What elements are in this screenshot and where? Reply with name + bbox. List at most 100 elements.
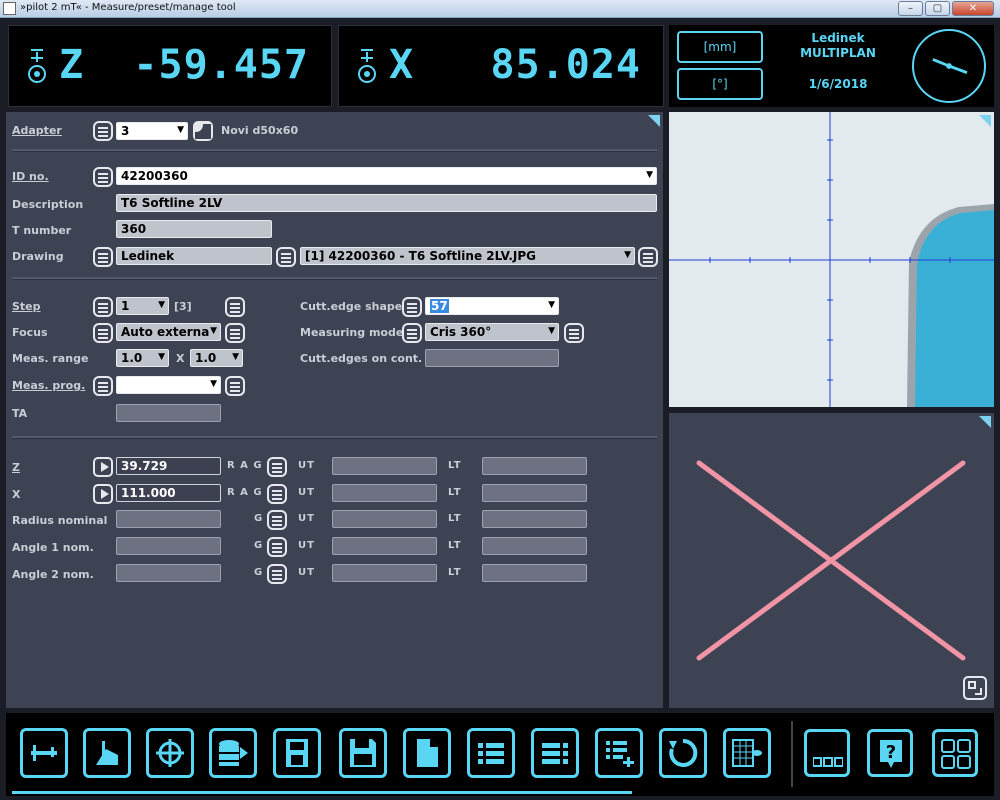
list-button[interactable]: [467, 728, 515, 778]
crosshair-button[interactable]: [146, 728, 194, 778]
id-no-select[interactable]: 42200360 ▼: [116, 167, 657, 185]
x-play-button[interactable]: [93, 484, 113, 504]
brand: Ledinek MULTIPLAN: [774, 31, 902, 61]
t-number-field[interactable]: 360: [116, 220, 272, 238]
angle1-field[interactable]: [116, 537, 221, 555]
radius-ut-field[interactable]: [332, 510, 437, 528]
meas-prog-menu-button[interactable]: [225, 376, 245, 396]
radius-menu-button[interactable]: [267, 510, 287, 530]
new-document-button[interactable]: [403, 728, 451, 778]
z-lt-field[interactable]: [482, 457, 587, 475]
drawing-file-menu-button[interactable]: [638, 247, 658, 267]
measuring-mode-select[interactable]: Cris 360° ▼: [425, 323, 559, 341]
unit-mm-button[interactable]: [mm]: [677, 31, 763, 63]
x-readout: X 85.024: [338, 25, 664, 107]
z-value-field[interactable]: 39.729: [116, 457, 221, 475]
bottom-toolbar: ?: [6, 713, 994, 796]
cutt-edge-shape-list-button[interactable]: [402, 297, 422, 317]
angle2-label: Angle 2 nom.: [12, 568, 94, 581]
focus-menu-button[interactable]: [225, 323, 245, 343]
unit-degree-button[interactable]: [°]: [677, 68, 763, 100]
fullscreen-icon[interactable]: [963, 676, 987, 700]
z-lt-label: LT: [448, 460, 462, 471]
radius-lt-field[interactable]: [482, 510, 587, 528]
angle2-menu-button[interactable]: [267, 564, 287, 584]
adapter-select[interactable]: 3 ▼: [116, 122, 188, 140]
more-icon: [813, 757, 843, 767]
save-button[interactable]: [339, 728, 387, 778]
x-tolerance-menu-button[interactable]: [267, 484, 287, 504]
more-button[interactable]: [804, 729, 850, 777]
expand-corner-icon[interactable]: [979, 115, 991, 127]
focus-select[interactable]: Auto externa ▼: [116, 323, 221, 341]
radius-nominal-field[interactable]: [116, 510, 221, 528]
z-play-button[interactable]: [93, 457, 113, 477]
measuring-mode-menu-button[interactable]: [564, 323, 584, 343]
description-field[interactable]: T6 Softline 2LV: [116, 194, 657, 212]
step-menu-button[interactable]: [225, 297, 245, 317]
list-menu-button[interactable]: [531, 728, 579, 778]
close-button[interactable]: ✕: [952, 1, 994, 16]
z-axis-value: -59.457: [133, 42, 309, 88]
minimize-button[interactable]: –: [898, 1, 923, 16]
grid-button[interactable]: [932, 729, 978, 777]
expand-corner-icon[interactable]: [979, 416, 991, 428]
z-ut-field[interactable]: [332, 457, 437, 475]
list-add-button[interactable]: [595, 728, 643, 778]
camera-view[interactable]: [669, 112, 994, 407]
cutt-edges-on-cont-field[interactable]: [425, 349, 559, 367]
meas-range-min-select[interactable]: 1.0 ▼: [116, 349, 169, 367]
z-tolerance-menu-button[interactable]: [267, 457, 287, 477]
help-button[interactable]: ?: [867, 729, 913, 777]
meas-prog-list-button[interactable]: [93, 376, 113, 396]
drawing-field[interactable]: Ledinek: [116, 247, 272, 265]
meas-range-max-select[interactable]: 1.0 ▼: [190, 349, 243, 367]
refresh-button[interactable]: [659, 728, 707, 778]
angle2-ut-label: UT: [298, 567, 315, 578]
database-export-button[interactable]: [209, 728, 257, 778]
cutt-edge-shape-select[interactable]: 57 ▼: [425, 297, 559, 315]
measuring-mode-list-button[interactable]: [402, 323, 422, 343]
drawing-list-button[interactable]: [93, 247, 113, 267]
id-list-button[interactable]: [93, 167, 113, 187]
angle2-ut-field[interactable]: [332, 564, 437, 582]
angle1-lt-label: LT: [448, 540, 462, 551]
expand-corner-icon[interactable]: [648, 115, 660, 127]
caliper-button[interactable]: [20, 728, 68, 778]
angle1-lt-field[interactable]: [482, 537, 587, 555]
angle1-menu-button[interactable]: [267, 537, 287, 557]
angle2-lt-field[interactable]: [482, 564, 587, 582]
z-ut-label: UT: [298, 460, 315, 471]
x-lt-field[interactable]: [482, 484, 587, 502]
z-readout: Z -59.457: [8, 25, 332, 107]
adapter-list-button[interactable]: [93, 121, 113, 141]
angle2-field[interactable]: [116, 564, 221, 582]
radius-ut-label: UT: [298, 513, 315, 524]
radius-flags: G: [254, 513, 264, 524]
save-icon: [350, 739, 376, 767]
step-select[interactable]: 1 ▼: [116, 297, 169, 315]
x-lt-label: LT: [448, 487, 462, 498]
measure-height-button[interactable]: [83, 728, 131, 778]
x-ut-field[interactable]: [332, 484, 437, 502]
drawing-file-select[interactable]: [1] 42200360 - T6 Softline 2LV.JPG ▼: [300, 247, 635, 265]
z-axis-label: Z: [59, 42, 84, 88]
x-axis-label: X: [389, 42, 414, 88]
grid-icon: [941, 739, 971, 769]
new-document-icon: [417, 739, 438, 767]
step-list-button[interactable]: [93, 297, 113, 317]
x-ut-label: UT: [298, 487, 315, 498]
meas-prog-select[interactable]: ▼: [116, 376, 221, 394]
table-view-button[interactable]: [723, 728, 771, 778]
maximize-button[interactable]: ▢: [925, 1, 950, 16]
ta-field[interactable]: [116, 404, 221, 422]
angle1-ut-field[interactable]: [332, 537, 437, 555]
zx-device-button[interactable]: [273, 728, 321, 778]
drawing-file-list-button[interactable]: [276, 247, 296, 267]
x-value-field[interactable]: 111.000: [116, 484, 221, 502]
date: 1/6/2018: [808, 77, 868, 91]
cutt-edge-shape-label: Cutt.edge shape: [300, 300, 403, 313]
company-name: Ledinek: [811, 31, 865, 45]
focus-list-button[interactable]: [93, 323, 113, 343]
database-export-icon: [219, 740, 248, 766]
